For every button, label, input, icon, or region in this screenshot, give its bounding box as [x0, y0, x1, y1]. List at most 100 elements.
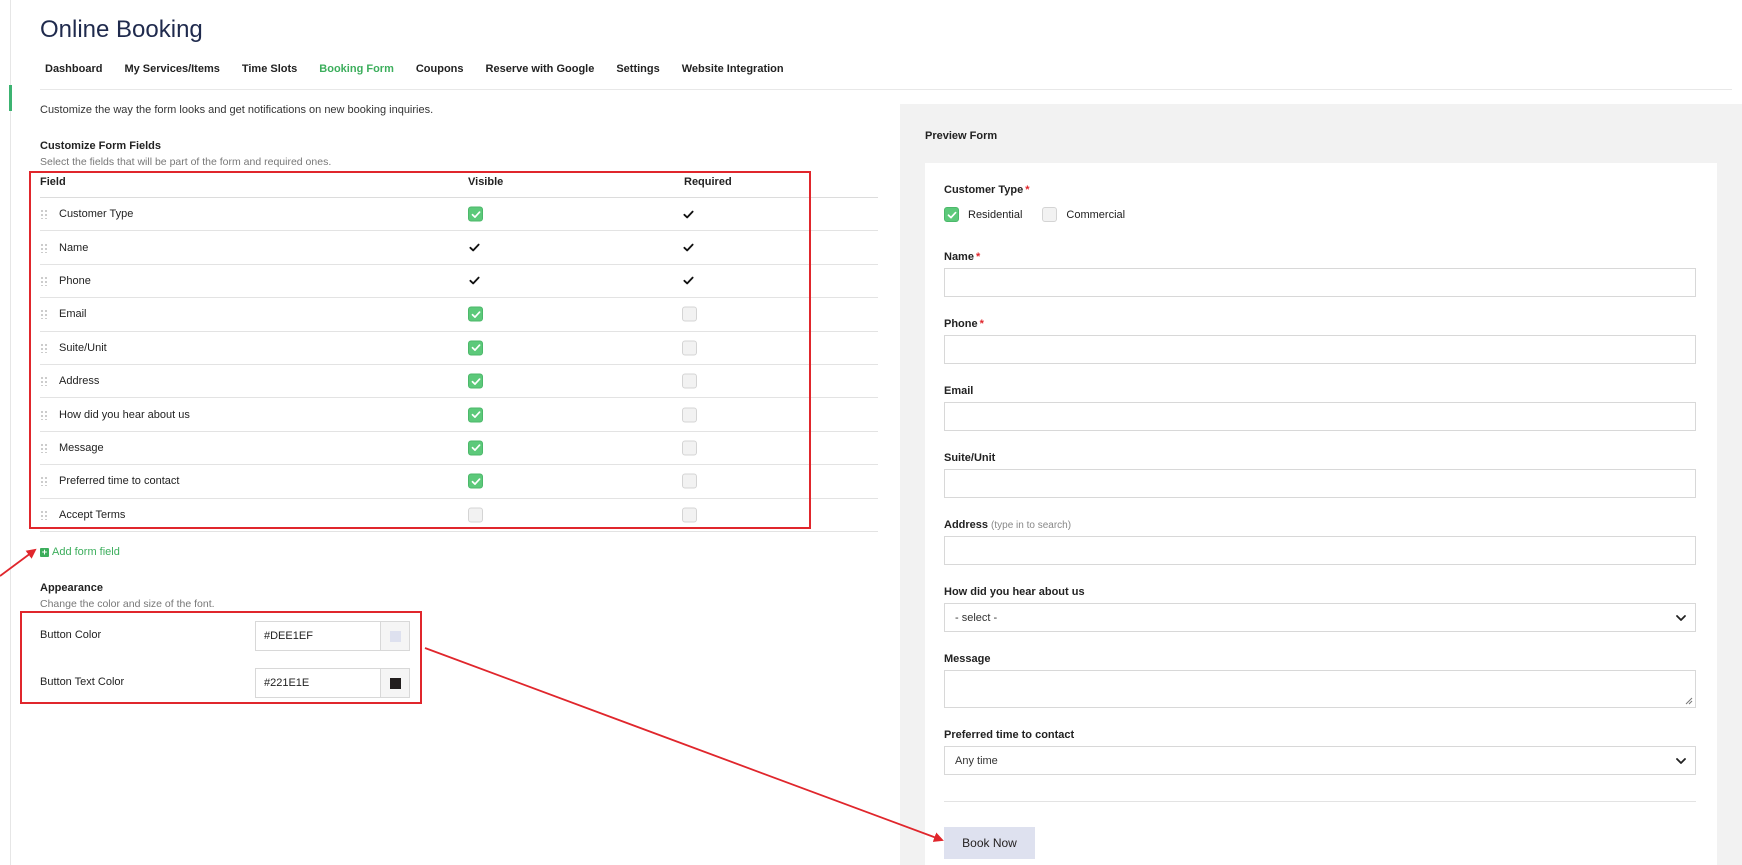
- field-name: Address: [59, 375, 100, 388]
- button-color-control: [255, 621, 410, 651]
- preview-suite-input[interactable]: [944, 469, 1696, 498]
- visible-checkbox[interactable]: [468, 206, 483, 222]
- field-row: Email: [40, 298, 878, 332]
- button-color-swatch: [389, 630, 401, 642]
- drag-handle-icon[interactable]: [40, 342, 48, 353]
- preview-address-input[interactable]: [944, 536, 1696, 565]
- check-icon: [471, 311, 480, 318]
- required-checkbox[interactable]: [682, 473, 697, 489]
- required-checkbox[interactable]: [682, 440, 697, 456]
- visible-cell: [468, 206, 483, 222]
- drag-handle-icon[interactable]: [40, 442, 48, 453]
- page-title: Online Booking: [40, 16, 203, 43]
- hear-about-selected: - select -: [955, 611, 998, 624]
- drag-handle-icon[interactable]: [40, 376, 48, 387]
- button-text-color-picker[interactable]: [380, 669, 409, 697]
- visible-checkbox[interactable]: [468, 306, 483, 322]
- form-fields-header: Field Visible Required: [40, 174, 878, 198]
- required-mark: *: [1025, 184, 1030, 196]
- field-name: Accept Terms: [59, 508, 126, 521]
- visible-checkbox[interactable]: [468, 473, 483, 489]
- drag-handle-icon[interactable]: [40, 242, 48, 253]
- drag-handle-icon[interactable]: [40, 409, 48, 420]
- button-color-picker[interactable]: [380, 622, 409, 650]
- required-checkbox[interactable]: [682, 340, 697, 356]
- form-fields-title: Customize Form Fields: [40, 140, 162, 152]
- visible-checkbox[interactable]: [468, 373, 483, 389]
- drag-handle-icon[interactable]: [40, 275, 48, 286]
- tab-coupons[interactable]: Coupons: [416, 63, 464, 75]
- tab-website-integration[interactable]: Website Integration: [682, 63, 784, 75]
- field-row: Name: [40, 231, 878, 265]
- preview-address-label: Address (type in to search): [944, 519, 1071, 531]
- checkmark-icon: [682, 243, 694, 252]
- field-row: Message: [40, 432, 878, 466]
- plus-icon: +: [40, 546, 49, 557]
- required-mark: *: [979, 318, 984, 330]
- tab-settings[interactable]: Settings: [616, 63, 659, 75]
- button-color-input[interactable]: [256, 622, 380, 650]
- tab-dashboard[interactable]: Dashboard: [45, 63, 102, 75]
- required-cell: [682, 407, 697, 423]
- field-row: Accept Terms: [40, 499, 878, 532]
- field-row: Preferred time to contact: [40, 465, 878, 499]
- field-row: Address: [40, 365, 878, 399]
- check-icon: [947, 211, 956, 218]
- checkmark-icon: [468, 243, 480, 252]
- preview-name-label: Name *: [944, 251, 980, 263]
- drag-handle-icon[interactable]: [40, 209, 48, 220]
- preview-phone-input[interactable]: [944, 335, 1696, 364]
- field-row: Customer Type: [40, 198, 878, 232]
- required-cell: [682, 440, 697, 456]
- preview-name-input[interactable]: [944, 268, 1696, 297]
- field-name: Message: [59, 441, 104, 454]
- button-text-color-swatch: [389, 677, 401, 689]
- name-label-text: Name: [944, 251, 974, 263]
- option-commercial[interactable]: Commercial: [1042, 207, 1125, 222]
- button-text-color-row: Button Text Color: [40, 668, 410, 698]
- drag-handle-icon[interactable]: [40, 309, 48, 320]
- visible-locked-checkmark: [468, 275, 480, 287]
- preferred-time-selected: Any time: [955, 754, 998, 767]
- check-icon: [471, 344, 480, 352]
- field-name: Suite/Unit: [59, 341, 107, 354]
- preview-preferred-time-label: Preferred time to contact: [944, 729, 1075, 741]
- required-checkbox[interactable]: [682, 507, 697, 523]
- visible-cell: [468, 306, 483, 322]
- visible-locked-checkmark: [468, 242, 480, 254]
- address-hint: (type in to search): [991, 520, 1072, 531]
- preview-preferred-time-select[interactable]: Any time: [944, 746, 1696, 775]
- required-checkbox[interactable]: [682, 407, 697, 423]
- tab-reserve-with-google[interactable]: Reserve with Google: [486, 63, 595, 75]
- drag-handle-icon[interactable]: [40, 476, 48, 487]
- tab-time-slots[interactable]: Time Slots: [242, 63, 297, 75]
- preview-hear-about-label: How did you hear about us: [944, 586, 1085, 598]
- form-fields-rows: Customer Type Name Phone Email Suite/Unit Add…: [40, 198, 878, 532]
- checkmark-icon: [682, 277, 694, 285]
- preview-title: Preview Form: [925, 130, 998, 142]
- drag-handle-icon[interactable]: [40, 509, 48, 520]
- field-row: How did you hear about us: [40, 398, 878, 432]
- preview-message-textarea[interactable]: [944, 670, 1696, 708]
- book-now-button[interactable]: Book Now: [944, 827, 1035, 859]
- visible-cell: [468, 473, 483, 489]
- required-checkbox[interactable]: [682, 373, 697, 389]
- visible-checkbox[interactable]: [468, 407, 483, 423]
- button-color-label: Button Color: [40, 629, 102, 641]
- required-locked-checkmark: [682, 275, 694, 287]
- visible-checkbox[interactable]: [468, 440, 483, 456]
- tab-booking-form[interactable]: Booking Form: [319, 63, 394, 75]
- check-icon: [471, 377, 480, 385]
- option-residential[interactable]: Residential: [944, 207, 1022, 222]
- arrow-to-add-field: [0, 548, 37, 577]
- add-form-field-link[interactable]: + Add form field: [40, 546, 120, 558]
- required-checkbox[interactable]: [682, 306, 697, 322]
- visible-checkbox[interactable]: [468, 340, 483, 356]
- button-text-color-input[interactable]: [256, 669, 380, 697]
- preview-email-input[interactable]: [944, 402, 1696, 431]
- required-cell: [682, 208, 694, 220]
- preview-hear-about-select[interactable]: - select -: [944, 603, 1696, 632]
- tab-my-services[interactable]: My Services/Items: [124, 63, 219, 75]
- form-fields-subtitle: Select the fields that will be part of t…: [40, 156, 332, 168]
- visible-checkbox[interactable]: [468, 507, 483, 523]
